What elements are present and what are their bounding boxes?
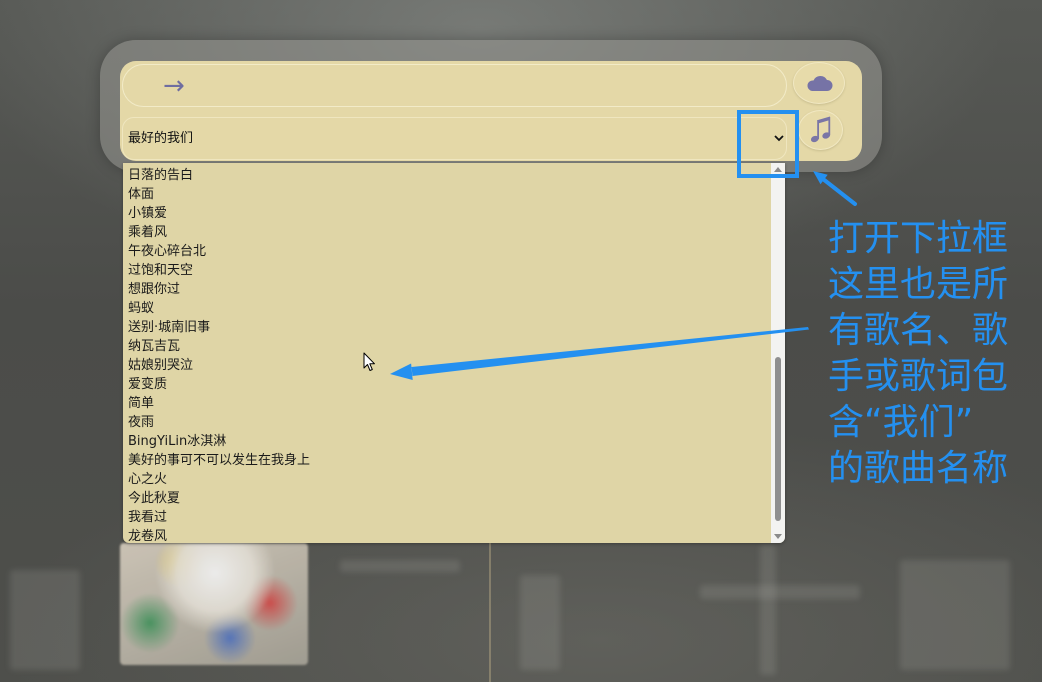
dropdown-options-list[interactable]: 日落的告白 体面 小镇爱 乘着风 午夜心碎台北 过饱和天空 想跟你过 蚂蚁 送别·城南旧事 纳瓦吉… xyxy=(123,163,785,543)
mouse-cursor-icon xyxy=(363,352,375,371)
dropdown-option[interactable]: 日落的告白 xyxy=(123,166,771,185)
cloud-search-button[interactable] xyxy=(793,62,845,104)
dropdown-option[interactable]: 姑娘别哭泣 xyxy=(123,356,771,375)
background-blur-shape xyxy=(700,585,860,599)
dropdown-option[interactable]: 纳瓦吉瓦 xyxy=(123,337,771,356)
dropdown-option[interactable]: 想跟你过 xyxy=(123,280,771,299)
annotation-line: 含“我们” xyxy=(828,402,974,443)
dropdown-option[interactable]: BingYiLin冰淇淋 xyxy=(123,432,771,451)
dropdown-option[interactable]: 心之火 xyxy=(123,470,771,489)
dropdown-option[interactable]: 蚂蚁 xyxy=(123,299,771,318)
dropdown-option[interactable]: 我看过 xyxy=(123,508,771,527)
play-music-button[interactable] xyxy=(798,110,843,150)
song-select[interactable]: 最好的我们 xyxy=(122,117,787,160)
background-blur-shape xyxy=(900,560,1010,670)
annotation-text: 打开下拉框 这里也是所 有歌名、歌 手或歌词包 含“我们” 的歌曲名称 xyxy=(828,216,1028,492)
annotation-arrow-short xyxy=(813,171,857,206)
dropdown-options: 日落的告白 体面 小镇爱 乘着风 午夜心碎台北 过饱和天空 想跟你过 蚂蚁 送别·城南旧事 纳瓦吉… xyxy=(123,166,771,543)
annotation-line: 打开下拉框 xyxy=(828,218,1009,259)
annotation-line: 的歌曲名称 xyxy=(828,448,1009,489)
dropdown-option[interactable]: 送别·城南旧事 xyxy=(123,318,771,337)
music-note-icon xyxy=(810,116,830,143)
search-input[interactable] xyxy=(122,64,787,107)
background-blur-shape xyxy=(760,545,776,675)
dropdown-option[interactable]: 今此秋夏 xyxy=(123,489,771,508)
background-divider xyxy=(489,543,491,682)
dropdown-option[interactable]: 乘着风 xyxy=(123,223,771,242)
scroll-thumb[interactable] xyxy=(775,357,781,521)
background-blur-shape xyxy=(340,560,460,572)
dropdown-option[interactable]: 爱变质 xyxy=(123,375,771,394)
dropdown-option[interactable]: 简单 xyxy=(123,394,771,413)
annotation-line: 有歌名、歌 xyxy=(828,310,1009,351)
dropdown-option[interactable]: 龙卷风 xyxy=(123,527,771,543)
annotation-line: 手或歌词包 xyxy=(828,356,1009,397)
dropdown-option[interactable]: 体面 xyxy=(123,185,771,204)
background-blur-shape xyxy=(10,570,80,670)
dropdown-option[interactable]: 小镇爱 xyxy=(123,204,771,223)
album-cover-image xyxy=(120,543,308,665)
background-blur-shape xyxy=(520,575,560,670)
dropdown-option[interactable]: 午夜心碎台北 xyxy=(123,242,771,261)
dropdown-option[interactable]: 过饱和天空 xyxy=(123,261,771,280)
chevron-down-icon xyxy=(774,135,784,142)
scroll-down-arrow-icon[interactable] xyxy=(774,534,782,539)
scroll-up-arrow-icon[interactable] xyxy=(774,167,782,172)
annotation-line: 这里也是所 xyxy=(828,264,1009,305)
select-selected-value: 最好的我们 xyxy=(128,131,194,146)
dropdown-option[interactable]: 夜雨 xyxy=(123,413,771,432)
cloud-icon xyxy=(807,76,833,91)
dropdown-scrollbar[interactable] xyxy=(771,163,785,543)
dropdown-option[interactable]: 美好的事可不可以发生在我身上 xyxy=(123,451,771,470)
